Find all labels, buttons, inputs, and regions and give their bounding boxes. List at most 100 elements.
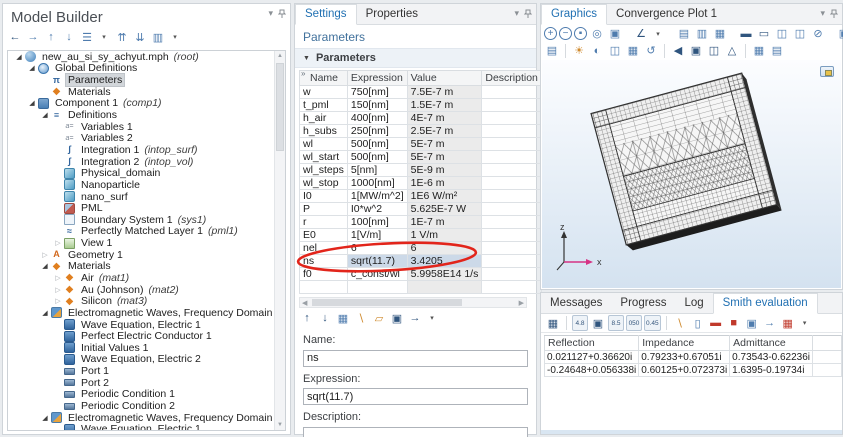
param-row-I0[interactable]: I01[MW/m^2]1E6 W/m² <box>300 190 542 203</box>
scroll-right-icon[interactable]: ▶ <box>519 299 524 307</box>
tree-item-port-1[interactable]: Port 1 <box>8 365 285 377</box>
column-header-admittance[interactable]: Admittance <box>730 336 813 351</box>
param-cell-expression[interactable]: 750[nm] <box>347 86 407 99</box>
param-cell-expression[interactable]: 250[nm] <box>347 125 407 138</box>
param-row-r[interactable]: r100[nm]1E-7 m <box>300 216 542 229</box>
param-cell-expression[interactable]: 1[MW/m^2] <box>347 190 407 203</box>
view-xy-plane-icon[interactable]: ▤ <box>676 26 692 42</box>
panel-menu-caret-icon[interactable]: ▾ <box>268 8 273 19</box>
expand-toggle-icon[interactable]: ◢ <box>40 262 50 270</box>
tree-item-perfect-electric-conductor-1[interactable]: Perfect Electric Conductor 1 <box>8 330 285 342</box>
show-menu-icon[interactable]: ☰ <box>79 29 95 45</box>
column-header-empty[interactable] <box>813 336 842 351</box>
tree-item-global-definitions[interactable]: ◢Global Definitions <box>8 63 285 75</box>
param-cell-expression[interactable]: c_const/wl <box>347 268 407 281</box>
image-quality-icon[interactable]: ▦ <box>625 43 641 59</box>
param-cell-value[interactable] <box>407 281 482 294</box>
view-zx-plane-icon[interactable]: ▦ <box>712 26 728 42</box>
param-cell-name[interactable]: wl <box>300 138 348 151</box>
select-through-icon[interactable]: △ <box>724 43 740 59</box>
menu-caret-icon[interactable]: ▾ <box>167 29 183 45</box>
tree-item-electromagnetic-waves-frequency-domain[interactable]: ◢Electromagnetic Waves, Frequency Domain… <box>8 307 285 319</box>
param-row-wl_start[interactable]: wl_start500[nm]5E-7 m <box>300 151 542 164</box>
column-header-expression[interactable]: Expression <box>347 71 407 86</box>
view-yz-plane-icon[interactable]: ▥ <box>694 26 710 42</box>
expand-all-icon[interactable]: ⇊ <box>132 29 148 45</box>
display-window-icon[interactable]: ▣ <box>590 315 606 331</box>
window-layout-off-icon[interactable]: ⊘ <box>810 26 826 42</box>
precision-decimal-icon[interactable]: 0.45 <box>644 315 661 331</box>
clear-table-icon[interactable]: ∖ <box>353 310 369 326</box>
select-region-icon[interactable]: ▬ <box>708 315 724 331</box>
column-header-reflection[interactable]: Reflection <box>545 336 639 351</box>
column-header-description[interactable]: Description <box>482 71 542 86</box>
menu-caret-icon[interactable]: ▾ <box>797 315 813 331</box>
param-cell-value[interactable]: 1 V/m <box>407 229 482 242</box>
param-row-P[interactable]: PI0*w^25.625E-7 W <box>300 203 542 216</box>
tree-item-physical-domain[interactable]: Physical_domain <box>8 167 285 179</box>
param-cell-expression[interactable]: sqrt(11.7) <box>347 255 407 268</box>
param-cell-value[interactable]: 5.625E-7 W <box>407 203 482 216</box>
collapse-all-icon[interactable]: ⇈ <box>114 29 130 45</box>
select-box-icon[interactable]: ▣ <box>688 43 704 59</box>
move-up-icon[interactable]: ↑ <box>299 310 315 326</box>
column-header-name[interactable]: »Name <box>300 71 348 86</box>
tree-item-silicon[interactable]: ▷◆Silicon(mat3) <box>8 295 285 307</box>
param-cell-value[interactable]: 1E6 W/m² <box>407 190 482 203</box>
copy-table-headers-icon[interactable]: ▣ <box>744 315 760 331</box>
load-file-icon[interactable]: ▱ <box>371 310 387 326</box>
scroll-up-icon[interactable]: ▲ <box>275 53 285 59</box>
param-row-wl_steps[interactable]: wl_steps5[nm]5E-9 m <box>300 164 542 177</box>
delete-row-icon[interactable]: ▦ <box>335 310 351 326</box>
param-cell-name[interactable]: I0 <box>300 190 348 203</box>
tree-item-new-au-si-sy-achyut-mph[interactable]: ◢new_au_si_sy_achyut.mph(root) <box>8 51 285 63</box>
pin-icon[interactable] <box>524 9 532 18</box>
expand-toggle-icon[interactable]: ◢ <box>40 414 50 422</box>
tab-progress[interactable]: Progress <box>611 294 675 313</box>
scroll-down-icon[interactable]: ▼ <box>275 422 285 428</box>
param-cell-description[interactable] <box>482 229 542 242</box>
tab-properties[interactable]: Properties <box>357 5 427 24</box>
tree-item-wave-equation-electric-1[interactable]: Wave Equation, Electric 1 <box>8 424 285 432</box>
param-row-E0[interactable]: E01[V/m]1 V/m <box>300 229 542 242</box>
expression-field[interactable] <box>303 388 528 405</box>
param-cell-expression[interactable]: 6 <box>347 242 407 255</box>
param-cell-description[interactable] <box>482 203 542 216</box>
move-down-icon[interactable]: ↓ <box>317 310 333 326</box>
tab-settings[interactable]: Settings <box>295 4 357 25</box>
transparency-icon[interactable]: ◐ <box>589 43 605 59</box>
param-row-h_air[interactable]: h_air400[nm]4E-7 m <box>300 112 542 125</box>
param-cell-name[interactable]: h_air <box>300 112 348 125</box>
export-menu-icon[interactable]: → <box>407 310 423 326</box>
precision-engineering-icon[interactable]: 050 <box>626 315 642 331</box>
param-cell-expression[interactable]: 150[nm] <box>347 99 407 112</box>
tree-item-geometry-1[interactable]: ▷AGeometry 1 <box>8 249 285 261</box>
precision-auto-icon[interactable]: 4.8 <box>572 315 588 331</box>
param-cell-expression[interactable]: 1[V/m] <box>347 229 407 242</box>
menu-caret-icon[interactable]: ▾ <box>650 26 666 42</box>
plot-settings-float-icon[interactable] <box>820 66 834 77</box>
tree-item-electromagnetic-waves-frequency-domain-2[interactable]: ◢Electromagnetic Waves, Frequency Domain… <box>8 412 285 424</box>
param-cell-name[interactable]: r <box>300 216 348 229</box>
precision-scientific-icon[interactable]: 8.5 <box>608 315 624 331</box>
param-cell-expression[interactable]: 5[nm] <box>347 164 407 177</box>
tree-item-materials[interactable]: ◢◆Materials <box>8 261 285 273</box>
param-row-wl[interactable]: wl500[nm]5E-7 m <box>300 138 542 151</box>
evaluation-row[interactable]: -0.24648+0.056338i0.60125+0.072373i1.639… <box>545 364 842 377</box>
param-cell-value[interactable]: 3.4205 <box>407 255 482 268</box>
tree-item-au-johnson[interactable]: ▷◆Au (Johnson)(mat2) <box>8 284 285 296</box>
evaluation-row[interactable]: 0.021127+0.36620i0.79233+0.67051i0.73543… <box>545 351 842 364</box>
clear-table-icon[interactable]: ∖ <box>672 315 688 331</box>
expand-toggle-icon[interactable]: ◢ <box>27 64 37 72</box>
menu-caret-icon[interactable]: ▾ <box>96 29 112 45</box>
param-cell-description[interactable] <box>482 112 542 125</box>
tree-scrollbar-thumb[interactable] <box>276 63 284 151</box>
expand-toggle-icon[interactable]: ▷ <box>53 274 63 282</box>
tree-item-parameters[interactable]: πParameters <box>8 74 285 86</box>
param-cell-description[interactable] <box>482 177 542 190</box>
param-cell-value[interactable]: 1E-7 m <box>407 216 482 229</box>
param-cell-description[interactable] <box>482 125 542 138</box>
param-cell-description[interactable] <box>482 242 542 255</box>
param-cell-name[interactable]: P <box>300 203 348 216</box>
window-layout-3-icon[interactable]: ◫ <box>774 26 790 42</box>
